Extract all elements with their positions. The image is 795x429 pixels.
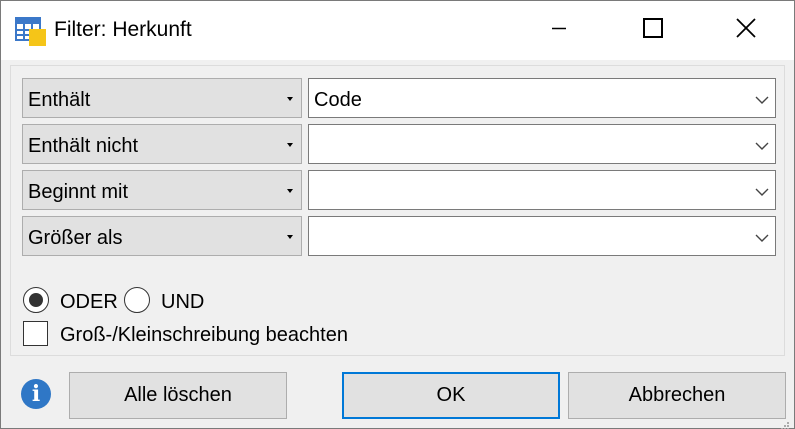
operator-label: Enthält nicht bbox=[28, 135, 139, 157]
cancel-button[interactable]: Abbrechen bbox=[568, 372, 786, 419]
value-combobox[interactable] bbox=[308, 216, 776, 256]
maximize-icon bbox=[643, 17, 663, 44]
chevron-down-icon[interactable] bbox=[755, 136, 769, 159]
operator-select[interactable]: Enthält bbox=[22, 78, 302, 118]
value-combobox[interactable]: Code bbox=[308, 78, 776, 118]
window-title: Filter: Herkunft bbox=[54, 18, 192, 41]
resize-grip-icon[interactable] bbox=[780, 414, 790, 429]
maximize-button[interactable] bbox=[607, 1, 699, 60]
und-radio[interactable] bbox=[124, 287, 150, 313]
dropdown-arrow-icon bbox=[287, 143, 293, 147]
close-button[interactable] bbox=[700, 1, 792, 60]
filter-panel: Enthält Code Enthält nicht Beginnt mit G… bbox=[10, 65, 785, 356]
dropdown-arrow-icon bbox=[287, 235, 293, 239]
value-combobox[interactable] bbox=[308, 124, 776, 164]
chevron-down-icon[interactable] bbox=[755, 228, 769, 251]
dropdown-arrow-icon bbox=[287, 189, 293, 193]
value-text: Code bbox=[314, 89, 362, 111]
close-icon bbox=[735, 17, 757, 45]
minimize-button[interactable] bbox=[513, 1, 605, 60]
table-note-icon bbox=[15, 17, 47, 47]
chevron-down-icon[interactable] bbox=[755, 182, 769, 205]
ok-button[interactable]: OK bbox=[342, 372, 560, 419]
operator-select[interactable]: Enthält nicht bbox=[22, 124, 302, 164]
operator-label: Größer als bbox=[28, 227, 123, 249]
operator-label: Beginnt mit bbox=[28, 181, 129, 203]
radio-selected-dot bbox=[29, 293, 43, 307]
und-label[interactable]: UND bbox=[161, 291, 204, 314]
oder-label[interactable]: ODER bbox=[60, 291, 118, 314]
chevron-down-icon[interactable] bbox=[755, 90, 769, 113]
dropdown-arrow-icon bbox=[287, 97, 293, 101]
operator-select[interactable]: Beginnt mit bbox=[22, 170, 302, 210]
operator-label: Enthält bbox=[28, 89, 91, 111]
case-sensitive-label[interactable]: Groß-/Kleinschreibung beachten bbox=[60, 324, 348, 347]
minimize-icon bbox=[551, 19, 567, 42]
value-combobox[interactable] bbox=[308, 170, 776, 210]
info-icon[interactable]: i bbox=[21, 379, 51, 409]
title-bar[interactable]: Filter: Herkunft bbox=[1, 1, 794, 60]
case-sensitive-checkbox[interactable] bbox=[23, 321, 48, 346]
filter-dialog: Filter: Herkunft Enthält Code Enthält ni… bbox=[0, 0, 795, 429]
clear-all-button[interactable]: Alle löschen bbox=[69, 372, 287, 419]
oder-radio[interactable] bbox=[23, 287, 49, 313]
operator-select[interactable]: Größer als bbox=[22, 216, 302, 256]
